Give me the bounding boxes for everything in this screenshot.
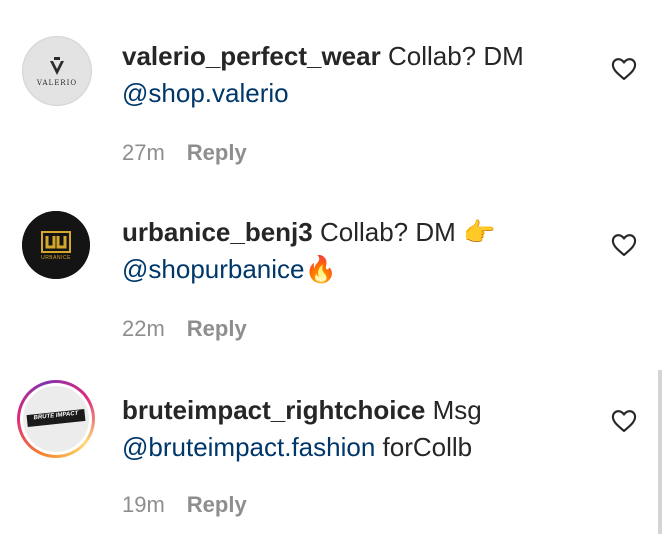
comment-suffix: forCollb	[375, 432, 473, 462]
comment-text: bruteimpact_rightchoice Msg @bruteimpact…	[122, 392, 592, 466]
comment-meta: 22m Reply	[122, 316, 247, 342]
comment-text: urbanice_benj3 Collab? DM 👉 @shopurbanic…	[122, 214, 592, 288]
heart-icon[interactable]	[610, 231, 638, 259]
valerio-logo-icon	[24, 38, 90, 104]
comment-suffix: 🔥	[304, 254, 337, 284]
heart-icon[interactable]	[610, 55, 638, 83]
comment-meta: 27m Reply	[122, 140, 247, 166]
reply-button[interactable]: Reply	[187, 316, 247, 341]
comment-item: URBANICE urbanice_benj3 Collab? DM 👉 @sh…	[0, 180, 662, 360]
timestamp[interactable]: 19m	[122, 492, 165, 517]
comment-text: valerio_perfect_wear Collab? DM @shop.va…	[122, 38, 592, 112]
avatar-story-ring[interactable]: BRUTE IMPACT	[17, 380, 95, 458]
avatar[interactable]: URBANICE	[22, 211, 90, 279]
heart-icon[interactable]	[610, 407, 638, 435]
comment-meta: 19m Reply	[122, 492, 247, 518]
comment-body: Msg	[432, 395, 482, 425]
username-link[interactable]: bruteimpact_rightchoice	[122, 395, 425, 425]
scrollbar-edge	[658, 370, 662, 534]
username-link[interactable]: valerio_perfect_wear	[122, 41, 381, 71]
reply-button[interactable]: Reply	[187, 140, 247, 165]
timestamp[interactable]: 22m	[122, 316, 165, 341]
comment-body: Collab? DM 👉	[319, 217, 496, 247]
comment-item: VALERIO valerio_perfect_wear Collab? DM …	[0, 0, 662, 180]
avatar-logo-text: URBANICE	[41, 255, 71, 261]
avatar[interactable]: VALERIO	[22, 36, 92, 106]
avatar-logo-text: VALERIO	[36, 79, 78, 87]
urbanice-logo-icon	[22, 211, 90, 279]
reply-button[interactable]: Reply	[187, 492, 247, 517]
username-link[interactable]: urbanice_benj3	[122, 217, 313, 247]
mention-link[interactable]: @shopurbanice	[122, 254, 305, 284]
comment-item: BRUTE IMPACT bruteimpact_rightchoice Msg…	[0, 360, 662, 534]
mention-link[interactable]: @bruteimpact.fashion	[122, 432, 375, 462]
timestamp[interactable]: 27m	[122, 140, 165, 165]
mention-link[interactable]: @shop.valerio	[122, 78, 289, 108]
comment-body: Collab? DM	[387, 41, 524, 71]
